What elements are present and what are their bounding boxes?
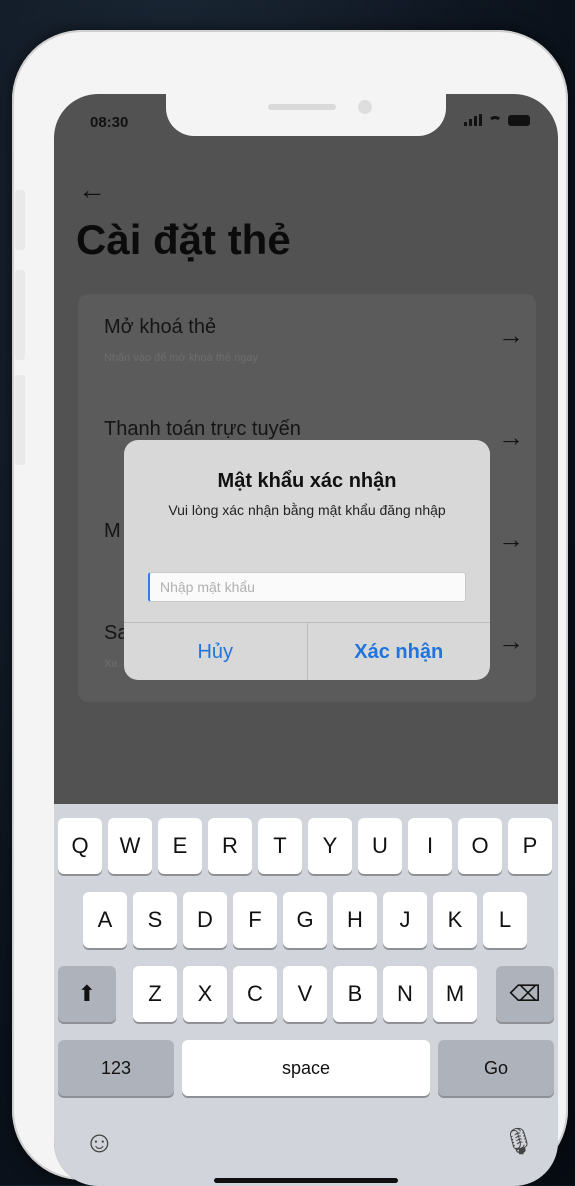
space-key[interactable]: space [182,1040,430,1096]
key-d[interactable]: D [183,892,227,948]
keyboard: Q W E R T Y U I O P A S D F G H J K L ⬆ … [54,804,558,1186]
emoji-icon[interactable]: ☺ [84,1126,115,1160]
key-f[interactable]: F [233,892,277,948]
password-input[interactable] [148,572,466,602]
speaker [268,104,336,110]
go-key[interactable]: Go [438,1040,554,1096]
backspace-icon: ⌫ [509,981,541,1006]
key-s[interactable]: S [133,892,177,948]
key-k[interactable]: K [433,892,477,948]
key-w[interactable]: W [108,818,152,874]
key-u[interactable]: U [358,818,402,874]
side-button [15,190,25,250]
key-t[interactable]: T [258,818,302,874]
key-e[interactable]: E [158,818,202,874]
key-o[interactable]: O [458,818,502,874]
shift-icon: ⬆ [77,981,97,1006]
numbers-key[interactable]: 123 [58,1040,174,1096]
key-v[interactable]: V [283,966,327,1022]
notch [166,94,446,136]
dialog-overlay: Mật khẩu xác nhận Vui lòng xác nhận bằng… [54,94,558,804]
key-r[interactable]: R [208,818,252,874]
key-c[interactable]: C [233,966,277,1022]
dialog-message: Vui lòng xác nhận bằng mật khẩu đăng nhậ… [168,502,446,518]
key-j[interactable]: J [383,892,427,948]
side-button [15,375,25,465]
side-button [15,270,25,360]
key-y[interactable]: Y [308,818,352,874]
key-x[interactable]: X [183,966,227,1022]
key-b[interactable]: B [333,966,377,1022]
key-p[interactable]: P [508,818,552,874]
shift-key[interactable]: ⬆ [58,966,116,1022]
key-z[interactable]: Z [133,966,177,1022]
key-l[interactable]: L [483,892,527,948]
phone-frame: 08:30 ← Cài đặt thẻ Mở khoá thẻ Nhấn vào… [12,30,568,1186]
key-i[interactable]: I [408,818,452,874]
key-q[interactable]: Q [58,818,102,874]
camera [358,100,372,114]
dialog-buttons: Hủy Xác nhận [124,622,490,680]
key-n[interactable]: N [383,966,427,1022]
key-a[interactable]: A [83,892,127,948]
key-h[interactable]: H [333,892,377,948]
cancel-button[interactable]: Hủy [124,623,307,680]
key-g[interactable]: G [283,892,327,948]
password-confirm-dialog: Mật khẩu xác nhận Vui lòng xác nhận bằng… [124,440,490,680]
dialog-title: Mật khẩu xác nhận [217,470,397,492]
home-indicator [214,1178,398,1183]
backspace-key[interactable]: ⌫ [496,966,554,1022]
phone-screen: 08:30 ← Cài đặt thẻ Mở khoá thẻ Nhấn vào… [54,94,558,1186]
microphone-icon[interactable]: 🎙 [502,1126,535,1157]
key-m[interactable]: M [433,966,477,1022]
confirm-button[interactable]: Xác nhận [306,623,491,680]
